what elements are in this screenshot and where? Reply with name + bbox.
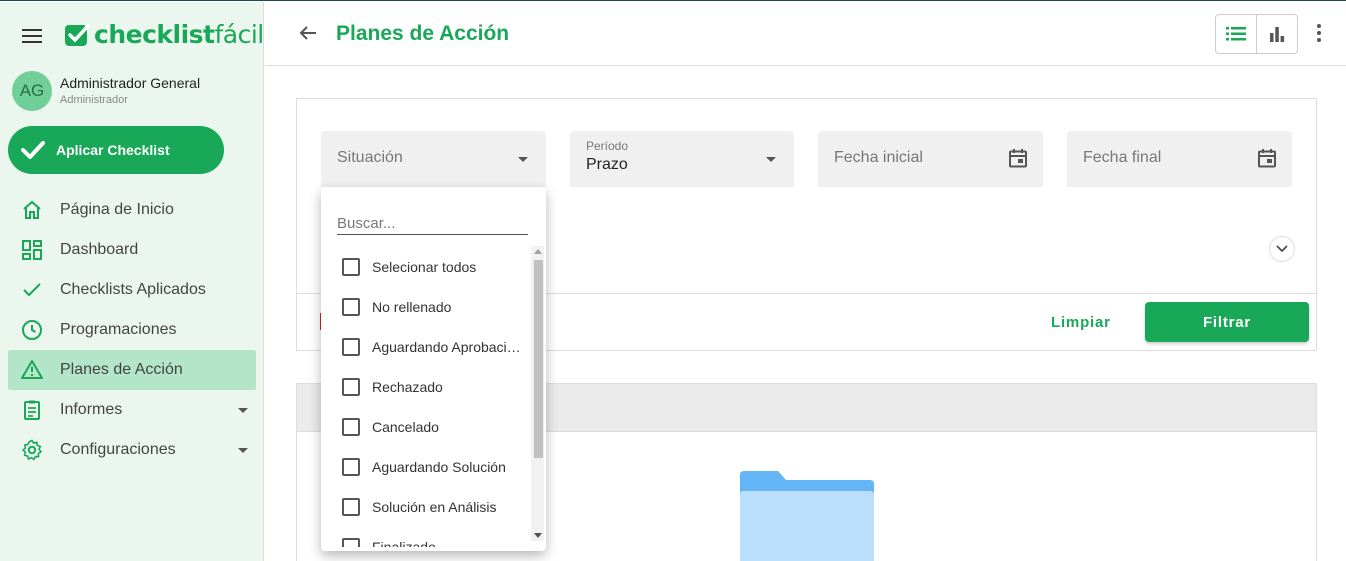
checkbox[interactable]: [342, 538, 360, 547]
warning-icon: [21, 360, 43, 379]
logo[interactable]: checklistfácil: [64, 20, 264, 49]
sidebar-item-configuraciones[interactable]: Configuraciones: [8, 430, 256, 470]
sidebar: checklistfácil AG Administrador General …: [0, 2, 264, 561]
chevron-down-icon: [1276, 245, 1288, 253]
clock-icon: [22, 320, 42, 340]
logo-text: checklistfácil: [94, 20, 264, 49]
option-list: Selecionar todos No rellenado Aguardando…: [321, 247, 531, 547]
sidebar-item-label: Configuraciones: [60, 441, 176, 458]
user-name: Administrador General: [60, 75, 201, 91]
more-options-icon[interactable]: [1317, 24, 1323, 45]
scroll-up-arrow-icon[interactable]: [534, 249, 542, 254]
sidebar-item-dashboard[interactable]: Dashboard: [8, 230, 256, 270]
report-icon: [24, 400, 40, 420]
chevron-down-icon: [238, 408, 248, 413]
calendar-icon[interactable]: [1007, 147, 1029, 169]
clear-button[interactable]: Limpiar: [1051, 314, 1111, 331]
situacion-placeholder: Situación: [337, 149, 403, 166]
chevron-down-icon: [518, 157, 528, 162]
checkbox[interactable]: [342, 338, 360, 356]
fecha-inicial-placeholder: Fecha inicial: [834, 149, 923, 166]
dashboard-icon: [22, 240, 42, 260]
folder-icon: [740, 471, 874, 561]
back-arrow-icon[interactable]: [297, 22, 319, 44]
avatar[interactable]: AG: [12, 71, 52, 111]
sidebar-item-label: Página de Inicio: [60, 201, 174, 218]
option-label: Finalizado: [372, 539, 436, 547]
option-label: Aguardando Solución: [372, 459, 506, 475]
sidebar-nav: Página de Inicio Dashboard Checklists Ap…: [8, 190, 256, 470]
option-label: Solución en Análisis: [372, 499, 497, 515]
checkbox[interactable]: [342, 378, 360, 396]
periodo-label: Período: [586, 139, 629, 153]
dropdown-scrollbar[interactable]: [531, 246, 544, 541]
option-label: Selecionar todos: [372, 259, 477, 275]
logo-check-icon: [65, 23, 90, 46]
chart-view-button[interactable]: [1257, 15, 1297, 53]
sidebar-item-label: Informes: [60, 401, 123, 418]
user-role: Administrador: [60, 94, 128, 106]
sidebar-item-inicio[interactable]: Página de Inicio: [8, 190, 256, 230]
bar-chart-icon: [1270, 27, 1285, 42]
chevron-down-icon: [766, 157, 776, 162]
scroll-thumb[interactable]: [534, 260, 543, 458]
sidebar-item-programaciones[interactable]: Programaciones: [8, 310, 256, 350]
sidebar-item-label: Planes de Acción: [60, 361, 183, 378]
fecha-final-field[interactable]: Fecha final: [1067, 131, 1292, 187]
check-icon: [21, 141, 45, 159]
option-item[interactable]: Solución en Análisis: [321, 487, 531, 527]
apply-checklist-label: Aplicar Checklist: [56, 142, 170, 158]
dropdown-search-input[interactable]: Buscar...: [337, 215, 528, 235]
option-item[interactable]: Rechazado: [321, 367, 531, 407]
expand-filters-button[interactable]: [1269, 236, 1295, 262]
situacion-dropdown-panel: Buscar... Selecionar todos No rellenado …: [321, 187, 546, 551]
option-label: Rechazado: [372, 379, 443, 395]
page-title: Planes de Acción: [336, 22, 510, 45]
list-view-button[interactable]: [1216, 15, 1257, 53]
fecha-final-placeholder: Fecha final: [1083, 149, 1162, 166]
checkbox[interactable]: [342, 498, 360, 516]
option-label: Cancelado: [372, 419, 439, 435]
option-item[interactable]: Finalizado: [321, 527, 531, 547]
option-select-all[interactable]: Selecionar todos: [321, 247, 531, 287]
situacion-select[interactable]: Situación: [321, 131, 546, 187]
check-icon: [23, 283, 41, 297]
apply-checklist-button[interactable]: Aplicar Checklist: [8, 126, 224, 174]
gear-icon: [22, 439, 42, 461]
option-item[interactable]: Aguardando Solución: [321, 447, 531, 487]
option-item[interactable]: No rellenado: [321, 287, 531, 327]
sidebar-item-label: Dashboard: [60, 241, 139, 258]
checkbox[interactable]: [342, 258, 360, 276]
filter-button[interactable]: Filtrar: [1145, 302, 1309, 342]
periodo-select[interactable]: Período Prazo: [570, 131, 794, 187]
option-label: No rellenado: [372, 299, 452, 315]
option-item[interactable]: Cancelado: [321, 407, 531, 447]
sidebar-item-planes[interactable]: Planes de Acción: [8, 350, 256, 390]
top-header: Planes de Acción: [265, 2, 1346, 66]
checkbox[interactable]: [342, 298, 360, 316]
list-icon: [1226, 27, 1246, 41]
periodo-value: Prazo: [586, 156, 628, 173]
sidebar-item-informes[interactable]: Informes: [8, 390, 256, 430]
option-item[interactable]: Aguardando Aprobación: [321, 327, 531, 367]
calendar-icon[interactable]: [1256, 147, 1278, 169]
option-label: Aguardando Aprobación: [372, 339, 522, 355]
home-icon: [23, 200, 41, 219]
view-toggle: [1215, 14, 1298, 54]
sidebar-item-label: Checklists Aplicados: [60, 281, 206, 298]
scroll-down-arrow-icon[interactable]: [534, 533, 542, 538]
sidebar-item-label: Programaciones: [60, 321, 177, 338]
fecha-inicial-field[interactable]: Fecha inicial: [818, 131, 1043, 187]
sidebar-item-checklists[interactable]: Checklists Aplicados: [8, 270, 256, 310]
checkbox[interactable]: [342, 458, 360, 476]
checkbox[interactable]: [342, 418, 360, 436]
hamburger-menu-icon[interactable]: [22, 29, 42, 45]
chevron-down-icon: [238, 448, 248, 453]
